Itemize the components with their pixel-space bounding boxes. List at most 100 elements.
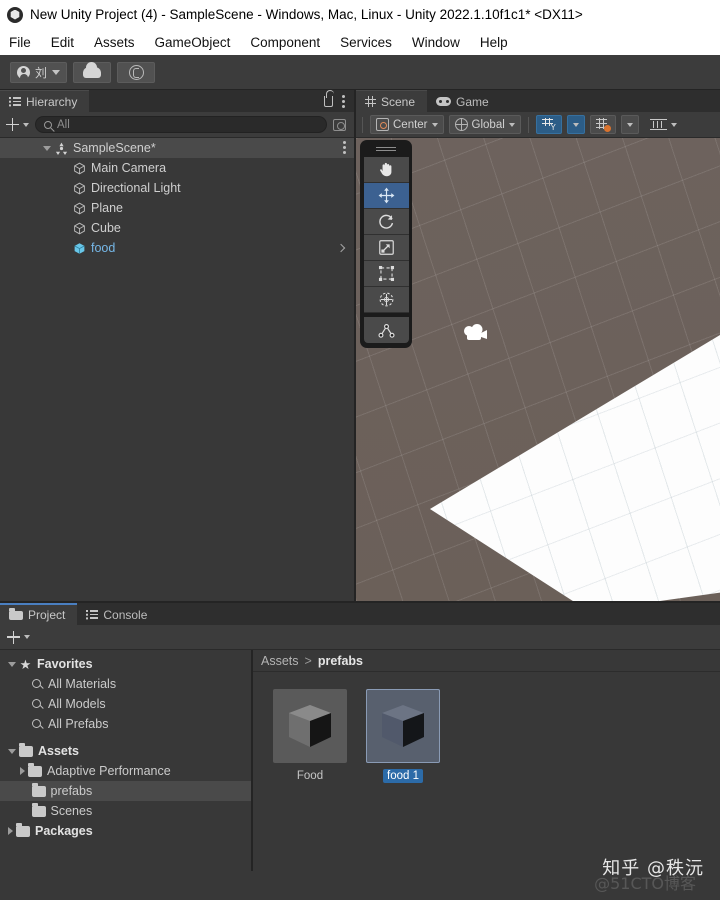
tree-item-all-models[interactable]: All Models [0,694,251,714]
project-add-button[interactable] [7,630,30,644]
project-body: ★ Favorites All Materials All Models All… [0,650,720,871]
chevron-right-icon[interactable] [8,827,13,835]
kebab-menu-icon[interactable] [342,94,345,108]
tree-gap [0,734,251,741]
tab-console-label: Console [103,607,148,622]
tab-hierarchy[interactable]: Hierarchy [0,90,90,112]
tree-item-label: All Prefabs [48,717,109,731]
asset-item-food[interactable]: Food [273,689,347,783]
services-button[interactable] [117,61,156,83]
asset-label: food 1 [383,769,423,783]
tab-project[interactable]: Project [0,603,78,625]
grid-axis-button[interactable]: Y [535,115,562,134]
custom-tool-button[interactable] [363,317,409,343]
star-icon: ★ [19,656,32,672]
tree-item-prefabs[interactable]: prefabs [0,781,251,801]
pivot-mode-label: Center [393,118,428,131]
window-title: New Unity Project (4) - SampleScene - Wi… [30,7,583,22]
menu-help[interactable]: Help [480,35,519,50]
tabbar-spacer [89,90,324,112]
account-dropdown[interactable]: 刘 [10,61,68,83]
hierarchy-icon [9,96,21,107]
chevron-down-icon [52,69,61,75]
chevron-down-icon [572,122,579,127]
unity-services-icon [128,64,144,80]
gameobject-cube-icon [73,202,86,215]
tree-item-favorites[interactable]: ★ Favorites [0,654,251,674]
chevron-down-icon[interactable] [8,748,16,754]
tree-item-packages[interactable]: Packages [0,821,251,841]
tab-game[interactable]: Game [427,90,501,112]
chevron-down-icon[interactable] [43,145,51,151]
rect-tool-button[interactable] [363,261,409,287]
hierarchy-item-samplescene[interactable]: SampleScene* [0,138,354,158]
scene-view-panel: Scene Game Center Global Y [356,90,720,601]
prefab-thumbnail[interactable] [366,689,440,763]
kebab-menu-icon[interactable] [343,141,346,154]
camera-gizmo[interactable] [461,323,491,343]
pivot-mode-dropdown[interactable]: Center [370,115,444,134]
chevron-down-icon [626,122,633,127]
hierarchy-item-main-camera[interactable]: Main Camera [0,158,354,178]
tree-item-all-materials[interactable]: All Materials [0,674,251,694]
palette-drag-handle[interactable] [376,146,396,153]
tree-item-scenes[interactable]: Scenes [0,801,251,821]
grid-snap-button[interactable] [589,115,616,134]
grid-axis-dropdown[interactable] [566,115,585,134]
breadcrumb-current[interactable]: prefabs [318,654,363,668]
tree-item-all-prefabs[interactable]: All Prefabs [0,714,251,734]
folder-icon [31,782,46,797]
tab-game-label: Game [456,94,489,109]
project-tree: ★ Favorites All Materials All Models All… [0,650,253,871]
tree-item-label: Adaptive Performance [47,764,171,778]
unity-logo-icon [7,6,23,23]
tree-item-adaptive-performance[interactable]: Adaptive Performance [0,761,251,781]
hierarchy-item-plane[interactable]: Plane [0,198,354,218]
menu-gameobject[interactable]: GameObject [155,35,242,50]
asset-grid: Food food 1 [253,672,720,871]
prefab-thumbnail[interactable] [273,689,347,763]
hierarchy-toolbar: All [0,112,354,138]
rect-transform-icon [378,265,394,282]
menu-edit[interactable]: Edit [51,35,85,50]
hierarchy-item-cube[interactable]: Cube [0,218,354,238]
snap-increment-button[interactable] [644,115,683,134]
scene-viewport[interactable] [356,138,720,601]
hierarchy-add-button[interactable] [6,118,29,131]
menu-component[interactable]: Component [250,35,331,50]
menu-assets[interactable]: Assets [94,35,146,50]
menu-file[interactable]: File [9,35,42,50]
hierarchy-item-food[interactable]: food [0,238,354,258]
tab-scene[interactable]: Scene [356,90,428,112]
scene-tabbar-spacer [500,90,720,112]
editor-toolbar: 刘 [0,55,720,90]
menu-window[interactable]: Window [412,35,471,50]
hierarchy-search-input[interactable]: All [35,116,327,133]
tab-hierarchy-label: Hierarchy [26,94,78,109]
chevron-right-icon[interactable] [20,767,25,775]
custom-tool-icon [377,323,395,338]
project-tabbar-spacer [159,603,720,625]
cloud-button[interactable] [73,61,112,83]
handle-orientation-dropdown[interactable]: Global [448,115,521,134]
breadcrumb-root[interactable]: Assets [261,654,299,668]
scale-tool-button[interactable] [363,235,409,261]
rotate-tool-button[interactable] [363,209,409,235]
move-tool-button[interactable] [363,183,409,209]
lock-open-icon[interactable] [324,89,334,107]
chevron-right-icon[interactable] [336,243,346,253]
gameobject-cube-icon [73,162,86,175]
tree-item-assets[interactable]: Assets [0,741,251,761]
scene-toolbar: Center Global Y [356,112,720,138]
search-icon [44,120,52,129]
hierarchy-item-directional-light[interactable]: Directional Light [0,178,354,198]
search-options-icon[interactable] [333,118,346,131]
handle-orientation-label: Global [471,118,505,131]
transform-tool-button[interactable] [363,287,409,313]
chevron-down-icon[interactable] [8,661,16,667]
asset-item-food-1[interactable]: food 1 [366,689,440,783]
grid-snap-dropdown[interactable] [620,115,639,134]
hand-tool-button[interactable] [363,157,409,183]
tab-console[interactable]: Console [77,603,160,625]
menu-services[interactable]: Services [340,35,403,50]
